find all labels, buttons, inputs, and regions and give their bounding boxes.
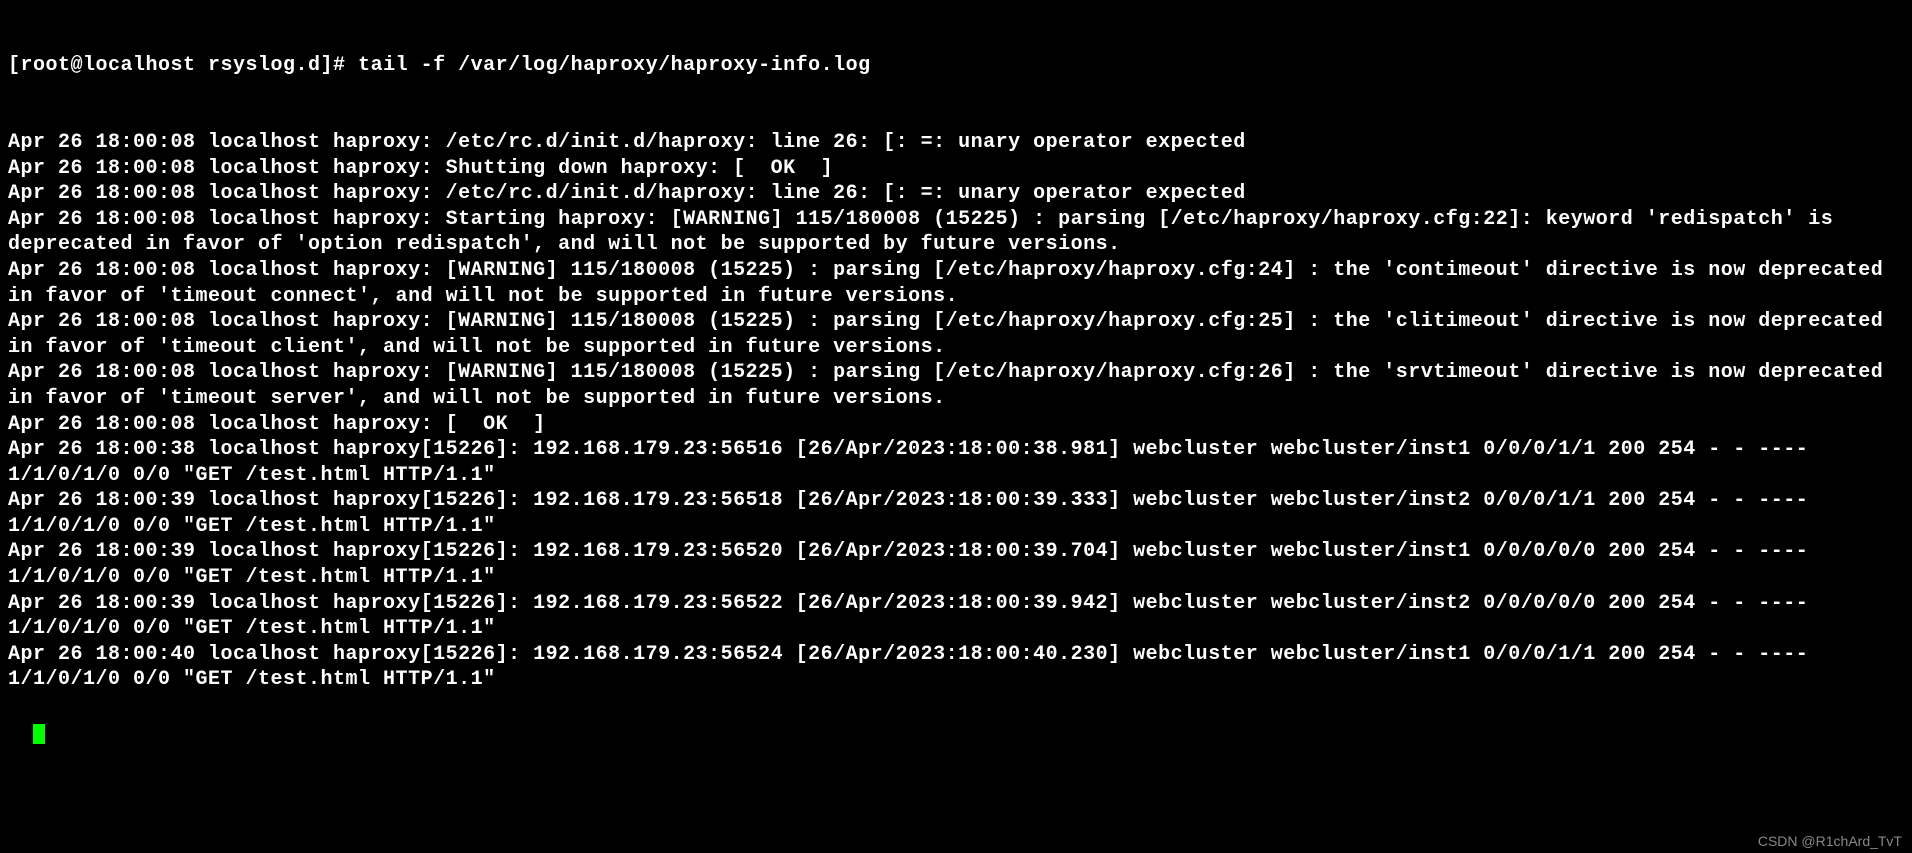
shell-command: tail -f /var/log/haproxy/haproxy-info.lo…	[358, 54, 871, 77]
log-line: Apr 26 18:00:08 localhost haproxy: Start…	[8, 207, 1904, 258]
log-line: Apr 26 18:00:08 localhost haproxy: Shutt…	[8, 156, 1904, 182]
log-line: Apr 26 18:00:08 localhost haproxy: [WARN…	[8, 258, 1904, 309]
watermark-text: CSDN @R1chArd_TvT	[1758, 833, 1902, 851]
log-line: Apr 26 18:00:38 localhost haproxy[15226]…	[8, 437, 1904, 488]
shell-prompt: [root@localhost rsyslog.d]#	[8, 54, 358, 77]
log-line: Apr 26 18:00:39 localhost haproxy[15226]…	[8, 539, 1904, 590]
log-lines-container: Apr 26 18:00:08 localhost haproxy: /etc/…	[8, 130, 1904, 693]
log-line: Apr 26 18:00:39 localhost haproxy[15226]…	[8, 488, 1904, 539]
terminal-cursor	[33, 724, 45, 744]
log-line: Apr 26 18:00:08 localhost haproxy: /etc/…	[8, 181, 1904, 207]
log-line: Apr 26 18:00:40 localhost haproxy[15226]…	[8, 642, 1904, 693]
log-line: Apr 26 18:00:08 localhost haproxy: [WARN…	[8, 309, 1904, 360]
log-line: Apr 26 18:00:08 localhost haproxy: [WARN…	[8, 360, 1904, 411]
log-line: Apr 26 18:00:08 localhost haproxy: [ OK …	[8, 412, 1904, 438]
log-line: Apr 26 18:00:39 localhost haproxy[15226]…	[8, 591, 1904, 642]
log-line: Apr 26 18:00:08 localhost haproxy: /etc/…	[8, 130, 1904, 156]
command-line: [root@localhost rsyslog.d]# tail -f /var…	[8, 53, 1904, 79]
terminal-output[interactable]: [root@localhost rsyslog.d]# tail -f /var…	[8, 2, 1904, 744]
